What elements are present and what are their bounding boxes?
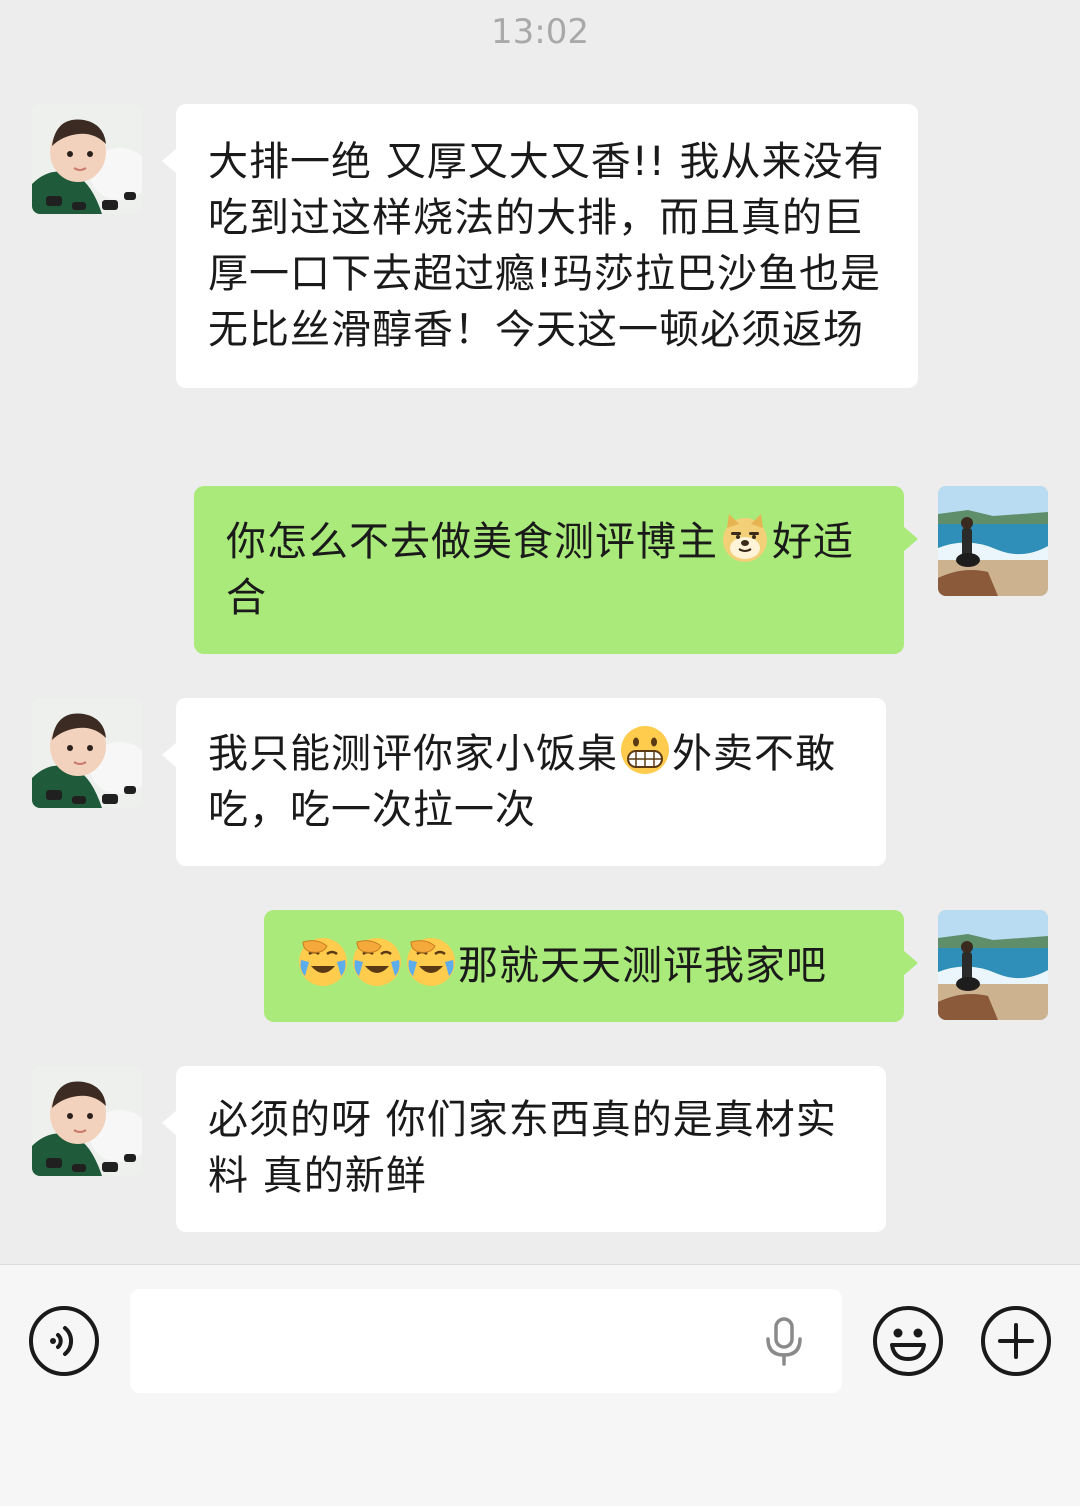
message-timestamp: 13:02 [491,12,589,52]
contact-avatar[interactable] [32,104,142,214]
facepalm-cry-emoji-icon [351,936,403,988]
message-text: 那就天天测评我家吧 [458,943,827,989]
grimace-emoji-icon [619,724,671,776]
facepalm-cry-emoji-icon [405,936,457,988]
chat-input-bar [0,1264,1080,1506]
emoji-button[interactable] [872,1305,944,1377]
voice-toggle-button[interactable] [28,1305,100,1377]
smiley-icon [873,1306,943,1376]
outgoing-message-bubble[interactable]: 你怎么不去做美食测评博主 好适合 [194,486,918,654]
message-text: 必须的呀 你们家东西真的是真材实料 真的新鲜 [208,1097,837,1199]
contact-avatar[interactable] [32,698,142,808]
outgoing-message-bubble[interactable]: 那就天天测评我家吧 [264,910,918,1022]
doge-emoji-icon [719,512,771,564]
message-text: 你怎么不去做美食测评博主 [226,519,718,565]
own-avatar[interactable] [938,486,1048,596]
message-text: 我只能测评你家小饭桌 [208,731,618,777]
own-avatar[interactable] [938,910,1048,1020]
plus-icon [981,1306,1051,1376]
incoming-message-bubble[interactable]: 大排一绝 又厚又大又香!! 我从来没有吃到过这样烧法的大排，而且真的巨厚一口下去… [162,104,918,388]
message-input[interactable] [130,1289,842,1393]
more-actions-button[interactable] [980,1305,1052,1377]
microphone-icon [766,1317,802,1366]
voice-toggle-icon [29,1306,99,1376]
message-text: 大排一绝 又厚又大又香!! 我从来没有吃到过这样烧法的大排，而且真的巨厚一口下去… [208,139,885,353]
contact-avatar[interactable] [32,1066,142,1176]
facepalm-cry-emoji-icon [297,936,349,988]
incoming-message-bubble[interactable]: 必须的呀 你们家东西真的是真材实料 真的新鲜 [162,1066,886,1232]
incoming-message-bubble[interactable]: 我只能测评你家小饭桌 外卖不敢吃，吃一次拉一次 [162,698,886,866]
voice-input-button[interactable] [760,1315,808,1367]
